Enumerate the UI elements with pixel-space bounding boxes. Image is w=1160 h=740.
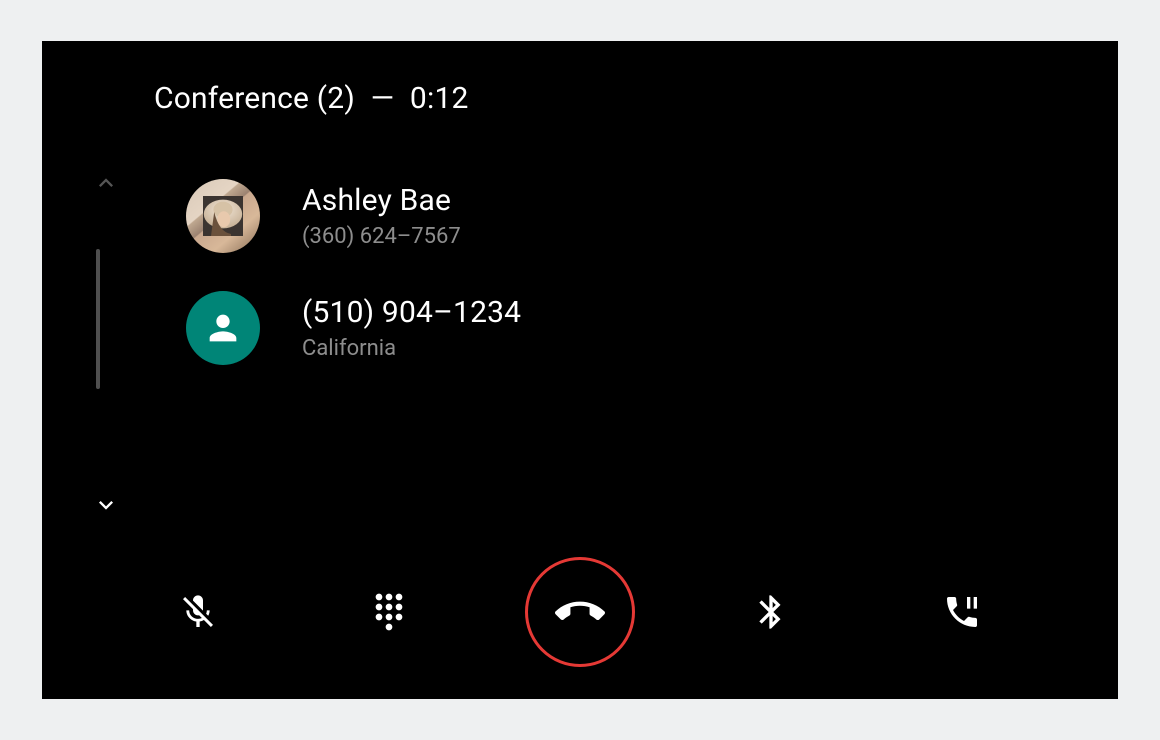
scroll-down-button[interactable] [92, 491, 120, 519]
participant-name: Ashley Bae [302, 183, 461, 218]
hold-button[interactable] [907, 557, 1017, 667]
chevron-down-icon [92, 491, 120, 519]
participant-number: (510) 904–1234 [302, 295, 521, 330]
call-end-icon [555, 587, 605, 637]
call-controls [42, 557, 1118, 667]
phone-paused-icon [942, 592, 982, 632]
call-title: Conference (2) [154, 81, 355, 116]
chevron-up-icon [92, 169, 120, 197]
avatar-photo-placeholder [203, 196, 243, 236]
avatar [186, 291, 260, 365]
person-icon [203, 308, 243, 348]
scroll-up-button[interactable] [92, 169, 120, 197]
participant-number: (360) 624–7567 [302, 224, 461, 249]
participant-text: (510) 904–1234 California [302, 295, 521, 361]
mic-off-icon [178, 592, 218, 632]
end-call-button[interactable] [525, 557, 635, 667]
participant-location: California [302, 336, 521, 361]
in-call-screen: Conference (2) — 0:12 [42, 41, 1118, 699]
participant-row[interactable]: (510) 904–1234 California [186, 281, 1078, 393]
call-timer: 0:12 [410, 81, 469, 116]
participant-list: Ashley Bae (360) 624–7567 (510) 904–1234… [186, 169, 1078, 393]
mute-button[interactable] [143, 557, 253, 667]
bluetooth-icon [751, 592, 791, 632]
participant-row[interactable]: Ashley Bae (360) 624–7567 [186, 169, 1078, 281]
bluetooth-button[interactable] [716, 557, 826, 667]
header-separator: — [371, 81, 395, 116]
avatar [186, 179, 260, 253]
participant-text: Ashley Bae (360) 624–7567 [302, 183, 461, 249]
dialpad-button[interactable] [334, 557, 444, 667]
dialpad-icon [369, 592, 409, 632]
scrollbar[interactable] [96, 249, 100, 389]
call-header: Conference (2) — 0:12 [154, 81, 469, 116]
